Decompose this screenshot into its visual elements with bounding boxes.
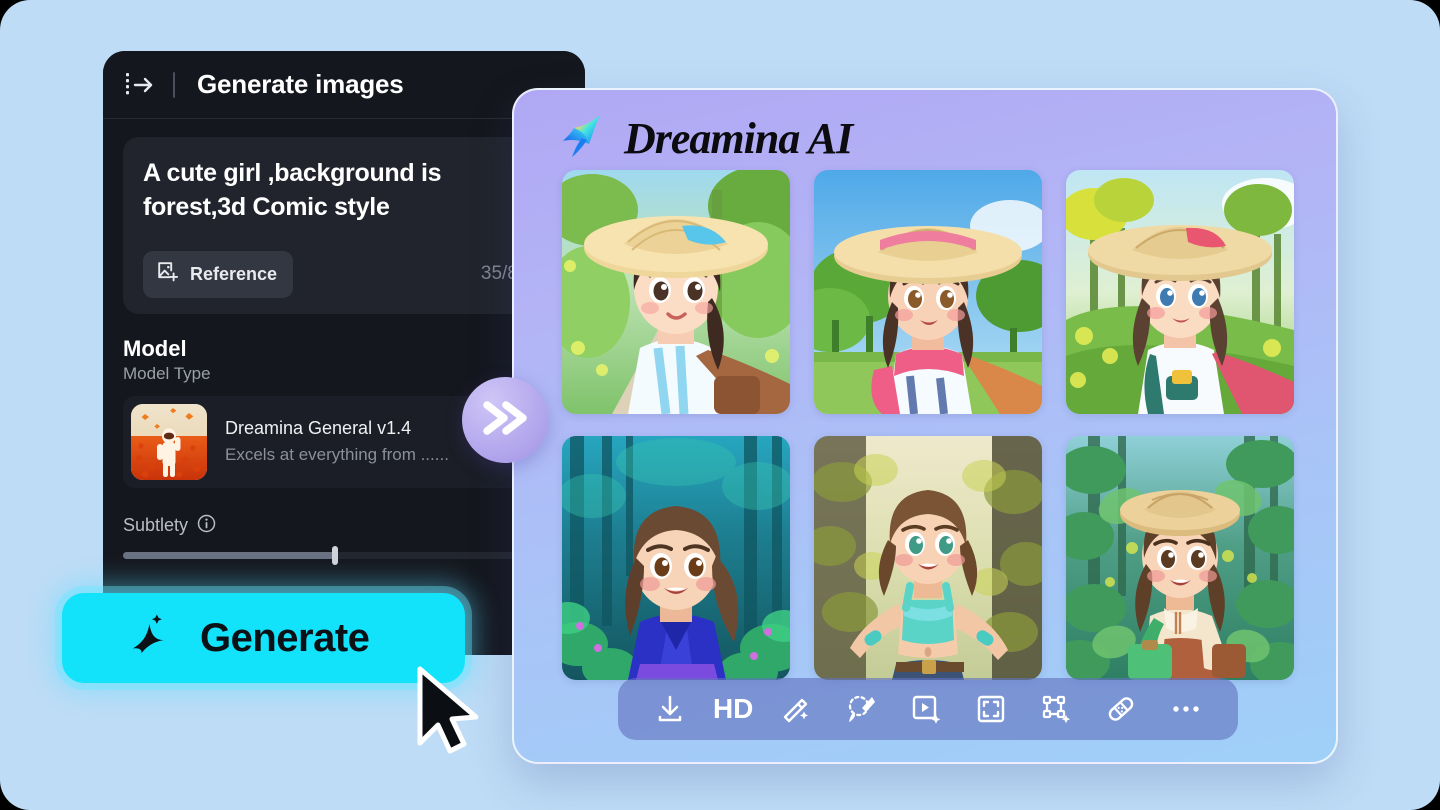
generated-image-1[interactable] (562, 170, 790, 414)
subtlety-slider[interactable] (123, 545, 565, 565)
reference-label: Reference (190, 263, 278, 284)
generated-image-3[interactable] (1066, 170, 1294, 414)
double-chevron-right-icon (479, 396, 531, 445)
model-description: Excels at everything from ...... (225, 445, 449, 464)
subtlety-slider-thumb[interactable] (332, 545, 339, 565)
generated-image-4[interactable] (562, 436, 790, 680)
magic-wand-icon[interactable] (774, 687, 818, 731)
transform-icon[interactable] (1034, 687, 1078, 731)
download-icon[interactable] (648, 687, 692, 731)
generated-image-2[interactable] (814, 170, 1042, 414)
model-section-title: Model (123, 335, 187, 361)
subtlety-row: Subtlety (123, 514, 565, 538)
subtlety-label: Subtlety (123, 515, 189, 535)
expand-icon[interactable] (969, 687, 1013, 731)
prompt-card[interactable]: A cute girl ,background is forest,3d Com… (123, 137, 565, 314)
paint-brush-icon[interactable] (839, 687, 883, 731)
app-screenshot: Generate images A cute girl ,background … (0, 0, 1440, 810)
astronaut-poppy-field-thumbnail (131, 403, 207, 480)
image-actions-toolbar: HD (618, 678, 1238, 740)
generate-button[interactable]: Generate (62, 593, 465, 683)
prompt-footer: Reference 35/800 (143, 250, 545, 298)
dreamina-star-logo (556, 109, 610, 168)
image-plus-icon (156, 260, 180, 289)
video-generate-icon[interactable] (904, 687, 948, 731)
brand-row: Dreamina AI (514, 90, 1336, 164)
subtlety-slider-fill (123, 551, 336, 559)
generate-button-area: Generate (62, 593, 479, 754)
hd-icon[interactable]: HD (713, 687, 753, 731)
prompt-input[interactable]: A cute girl ,background is forest,3d Com… (143, 157, 545, 225)
sparkle-star-icon (124, 612, 172, 665)
generated-image-6[interactable] (1066, 436, 1294, 680)
reference-button[interactable]: Reference (143, 250, 294, 298)
expand-panel-button[interactable] (462, 377, 548, 463)
info-circle-icon[interactable] (197, 514, 216, 538)
model-info: Dreamina General v1.4 Excels at everythi… (225, 418, 449, 465)
more-options-icon[interactable] (1164, 687, 1208, 731)
panel-collapse-icon[interactable] (125, 72, 155, 98)
page-title: Generate images (197, 69, 404, 99)
generated-image-5[interactable] (814, 436, 1042, 680)
generate-label: Generate (200, 615, 370, 660)
bandage-retouch-icon[interactable] (1099, 687, 1143, 731)
model-name: Dreamina General v1.4 (225, 418, 412, 438)
header-divider (173, 71, 175, 98)
results-panel: Dreamina AI HD (512, 88, 1338, 764)
brand-name: Dreamina AI (624, 113, 853, 163)
generated-images-grid (514, 164, 1336, 680)
